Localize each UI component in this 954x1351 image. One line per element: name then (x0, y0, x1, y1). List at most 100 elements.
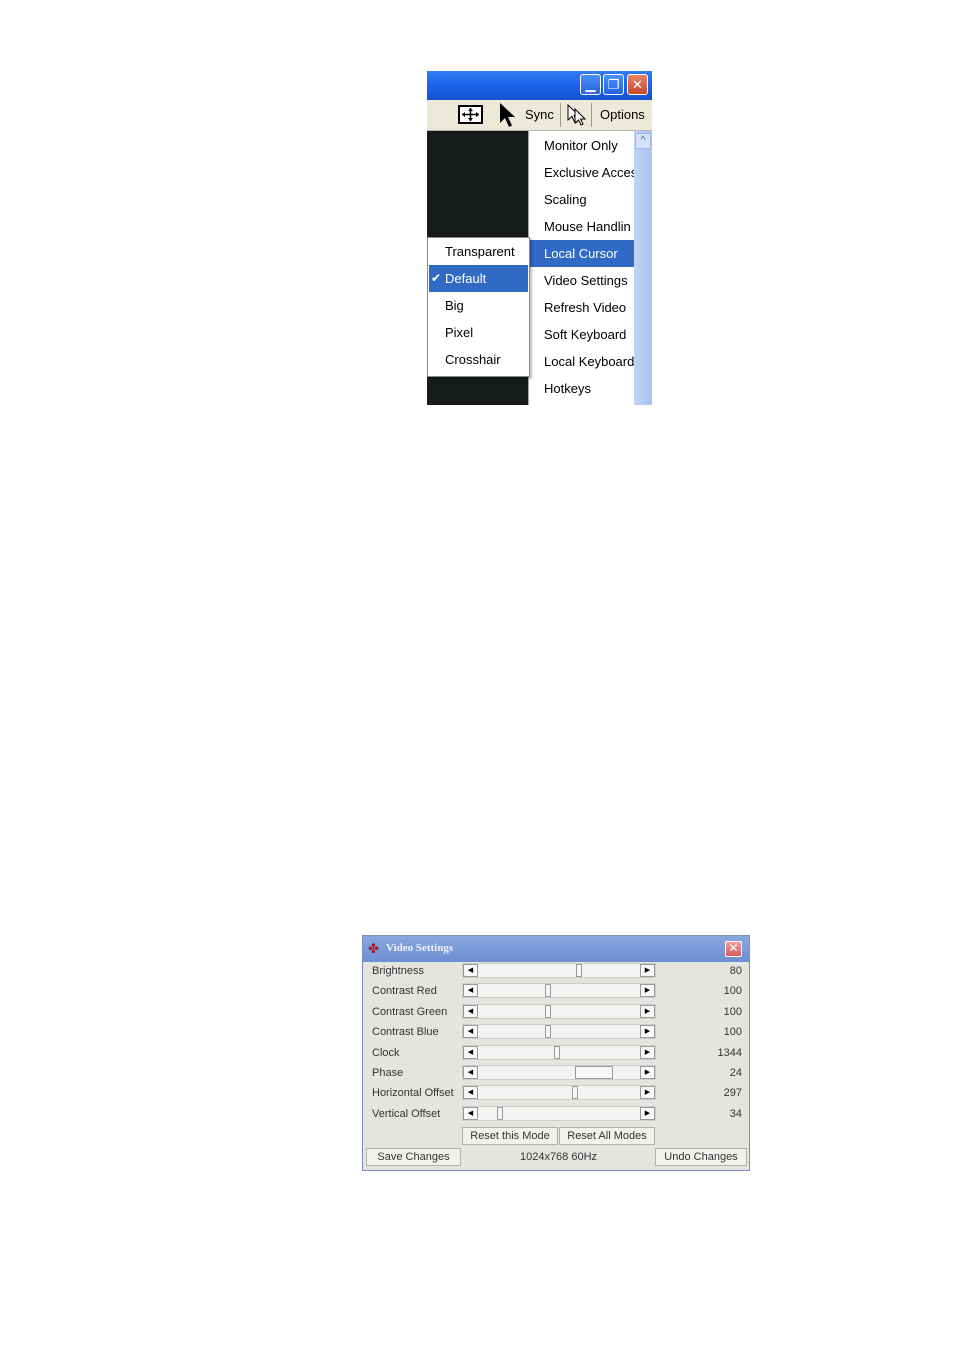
submenu-item-default[interactable]: ✔ Default (429, 265, 528, 292)
dialog-title: Video Settings (386, 942, 454, 954)
submenu-item-pixel[interactable]: Pixel (429, 319, 528, 346)
options-dropdown-menu: Monitor Only Exclusive Acces Scaling Mou… (528, 131, 635, 405)
arrow-right-icon: ▶ (644, 1109, 651, 1117)
slider-decrease-button[interactable]: ◀ (463, 1066, 478, 1079)
slider-row: Contrast Red ◀ ▶ 100 (363, 982, 749, 1002)
slider-decrease-button[interactable]: ◀ (463, 1004, 478, 1018)
slider-label: Brightness (372, 965, 424, 977)
maximize-button[interactable]: ❐ (603, 74, 624, 95)
slider-value: 34 (729, 1107, 742, 1120)
options-menu-button[interactable]: Options (600, 107, 645, 122)
slider-decrease-button[interactable]: ◀ (463, 1086, 478, 1100)
slider-row: Clock ◀ ▶ 1344 (363, 1044, 749, 1064)
viewer-toolbar: Sync Options (427, 100, 652, 131)
slider-track[interactable]: ◀ ▶ (462, 1024, 656, 1040)
slider-value: 1344 (717, 1046, 742, 1059)
save-changes-button[interactable]: Save Changes (366, 1148, 461, 1166)
slider-thumb[interactable] (545, 1025, 552, 1039)
slider-value: 297 (723, 1087, 742, 1100)
scroll-up-button[interactable]: ^ (635, 133, 651, 149)
menu-item-exclusive-access[interactable]: Exclusive Acces (529, 159, 635, 186)
arrow-right-icon: ▶ (644, 987, 651, 995)
slider-label: Horizontal Offset (372, 1087, 454, 1100)
menu-item-mouse-handling[interactable]: Mouse Handlin (529, 213, 635, 240)
slider-thumb[interactable] (574, 1066, 613, 1079)
slider-value: 24 (729, 1067, 742, 1079)
arrow-right-icon: ▶ (644, 1048, 651, 1056)
menu-item-refresh-video[interactable]: Refresh Video (529, 294, 635, 321)
slider-thumb[interactable] (496, 1106, 503, 1120)
reset-this-mode-button[interactable]: Reset this Mode (462, 1127, 558, 1145)
menu-item-hotkeys[interactable]: Hotkeys (529, 375, 635, 402)
menu-item-soft-keyboard[interactable]: Soft Keyboard (529, 321, 635, 348)
fit-screen-button[interactable] (458, 105, 483, 124)
dialog-close-button[interactable]: ✕ (725, 941, 742, 957)
slider-increase-button[interactable]: ▶ (640, 1004, 655, 1018)
menu-item-monitor-only[interactable]: Monitor Only (529, 132, 635, 159)
slider-track[interactable]: ◀ ▶ (462, 1105, 656, 1121)
sync-button[interactable]: Sync (525, 107, 554, 122)
slider-track[interactable]: ◀ ▶ (462, 1044, 656, 1060)
slider-row: Brightness ◀ ▶ 80 (363, 962, 749, 982)
arrow-right-icon: ▶ (644, 967, 651, 974)
slider-thumb[interactable] (554, 1045, 561, 1059)
slider-value: 100 (723, 985, 742, 998)
slider-increase-button[interactable]: ▶ (640, 984, 655, 998)
slider-track[interactable]: ◀ ▶ (462, 963, 656, 978)
chevron-up-icon: ^ (640, 135, 646, 146)
dialog-titlebar[interactable]: ✤ Video Settings ✕ (363, 936, 749, 962)
mouse-pointer-icon[interactable] (498, 102, 518, 129)
slider-increase-button[interactable]: ▶ (640, 1086, 655, 1100)
close-button[interactable]: ✕ (627, 74, 648, 95)
slider-decrease-button[interactable]: ◀ (463, 1025, 478, 1039)
menu-item-scaling[interactable]: Scaling (529, 186, 635, 213)
slider-thumb[interactable] (545, 1004, 552, 1018)
submenu-item-crosshair[interactable]: Crosshair (429, 346, 528, 373)
slider-row: Phase ◀ ▶ 24 (363, 1064, 749, 1084)
submenu-item-big[interactable]: Big (429, 292, 528, 319)
slider-track[interactable]: ◀ ▶ (462, 1085, 656, 1101)
slider-increase-button[interactable]: ▶ (640, 1106, 655, 1120)
slider-increase-button[interactable]: ▶ (640, 1045, 655, 1059)
slider-track[interactable]: ◀ ▶ (462, 983, 656, 999)
slider-track[interactable]: ◀ ▶ (462, 1003, 656, 1019)
arrow-left-icon: ◀ (467, 967, 474, 974)
reset-all-modes-button[interactable]: Reset All Modes (559, 1127, 655, 1145)
slider-decrease-button[interactable]: ◀ (463, 1106, 478, 1120)
slider-value: 80 (729, 965, 742, 977)
slider-increase-button[interactable]: ▶ (640, 964, 655, 977)
slider-decrease-button[interactable]: ◀ (463, 984, 478, 998)
slider-value: 100 (723, 1026, 742, 1039)
arrow-left-icon: ◀ (467, 1048, 474, 1056)
slider-value: 100 (723, 1005, 742, 1018)
menu-item-local-cursor[interactable]: Local Cursor (529, 240, 635, 267)
slider-row: Vertical Offset ◀ ▶ 34 (363, 1105, 749, 1125)
toolbar-separator (560, 103, 561, 127)
menu-item-local-keyboard[interactable]: Local Keyboard (529, 348, 635, 375)
submenu-item-transparent[interactable]: Transparent (429, 238, 528, 265)
slider-label: Vertical Offset (372, 1107, 441, 1120)
slider-label: Contrast Blue (372, 1026, 439, 1039)
window-titlebar[interactable]: ▁ ❐ ✕ (427, 71, 652, 100)
kvm-viewer-window: ▁ ❐ ✕ Sync Options Monitor Only Exclusiv… (427, 71, 652, 405)
slider-thumb[interactable] (545, 984, 552, 998)
undo-changes-button[interactable]: Undo Changes (655, 1148, 747, 1166)
submenu-item-label: Default (445, 271, 487, 286)
slider-increase-button[interactable]: ▶ (640, 1066, 655, 1079)
slider-thumb[interactable] (571, 1086, 578, 1100)
menu-item-video-settings[interactable]: Video Settings (529, 267, 635, 294)
slider-thumb[interactable] (576, 964, 583, 977)
arrow-right-icon: ▶ (644, 1069, 651, 1076)
arrow-left-icon: ◀ (467, 1069, 474, 1076)
slider-decrease-button[interactable]: ◀ (463, 1045, 478, 1059)
dual-cursor-icon[interactable] (566, 104, 588, 126)
menu-scrollbar[interactable]: ^ (634, 131, 652, 405)
minimize-button[interactable]: ▁ (580, 74, 601, 95)
arrow-left-icon: ◀ (467, 1028, 474, 1036)
slider-label: Contrast Red (372, 985, 437, 998)
slider-increase-button[interactable]: ▶ (640, 1025, 655, 1039)
resolution-status: 1024x768 60Hz (462, 1148, 655, 1166)
slider-label: Phase (372, 1067, 404, 1079)
slider-track[interactable]: ◀ ▶ (462, 1065, 656, 1080)
slider-decrease-button[interactable]: ◀ (463, 964, 478, 977)
